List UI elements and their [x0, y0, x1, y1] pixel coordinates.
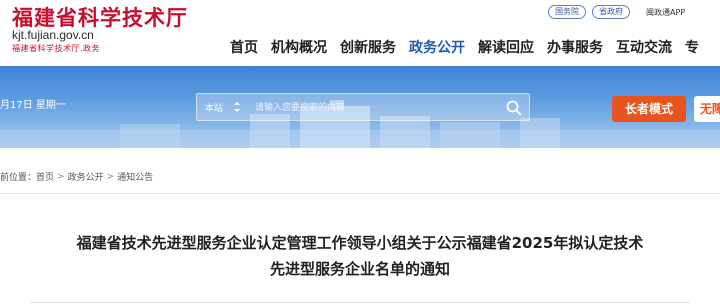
breadcrumb: 前位置： 首页 > 政务公开 > 通知公告 [0, 170, 153, 184]
top-link-state-council[interactable]: 国务院 [548, 5, 586, 19]
breadcrumb-separator: > [57, 171, 65, 182]
search-scope-select[interactable]: 本站 [205, 101, 223, 114]
nav-item-gov-affairs[interactable]: 政务公开 [409, 37, 465, 57]
nav-item-interpretation[interactable]: 解读回应 [478, 37, 534, 57]
title-divider [30, 302, 690, 303]
site-domain: kjt.fujian.gov.cn [12, 28, 94, 42]
nav-item-home[interactable]: 首页 [230, 37, 258, 57]
site-domain-cn: 福建省科学技术厅.政务 [12, 44, 101, 53]
current-date: 月17日 星期一 [0, 100, 66, 111]
breadcrumb-separator: > [106, 171, 115, 182]
main-nav: 首页 机构概况 创新服务 政务公开 解读回应 办事服务 互动交流 专 [230, 37, 712, 57]
nav-item-innovation-services[interactable]: 创新服务 [340, 37, 396, 57]
sort-caret-icon[interactable] [233, 100, 241, 114]
nav-item-interaction[interactable]: 互动交流 [616, 37, 672, 57]
breadcrumb-notices[interactable]: 通知公告 [117, 170, 153, 183]
site-header: 福建省科学技术厅 kjt.fujian.gov.cn 福建省科学技术厅.政务 国… [0, 0, 720, 66]
nav-item-special[interactable]: 专 [685, 37, 699, 57]
top-link-provincial-gov[interactable]: 省政府 [592, 5, 630, 19]
breadcrumb-gov-affairs[interactable]: 政务公开 [68, 170, 104, 183]
accessibility-button[interactable]: 无障 [694, 96, 720, 122]
banner: 月17日 星期一 本站 长者模式 无障 [0, 66, 720, 148]
search-box: 本站 [196, 93, 530, 121]
breadcrumb-home[interactable]: 首页 [36, 170, 54, 183]
nav-item-organization[interactable]: 机构概况 [271, 37, 327, 57]
article-title: 福建省技术先进型服务企业认定管理工作领导小组关于公示福建省2025年拟认定技术 … [20, 230, 700, 282]
breadcrumb-prefix: 前位置： [0, 173, 37, 183]
top-links: 国务院 省政府 闽政通APP [548, 5, 685, 19]
article-title-line-1: 福建省技术先进型服务企业认定管理工作领导小组关于公示福建省2025年拟认定技术 [76, 234, 644, 252]
elder-mode-button[interactable]: 长者模式 [612, 96, 686, 122]
search-icon[interactable] [505, 99, 523, 117]
search-input[interactable] [255, 98, 485, 118]
breadcrumb-divider [0, 193, 720, 194]
article-title-line-2: 先进型服务企业名单的通知 [269, 260, 450, 278]
app-link[interactable]: 闽政通APP [646, 7, 685, 18]
nav-item-online-services[interactable]: 办事服务 [547, 37, 603, 57]
